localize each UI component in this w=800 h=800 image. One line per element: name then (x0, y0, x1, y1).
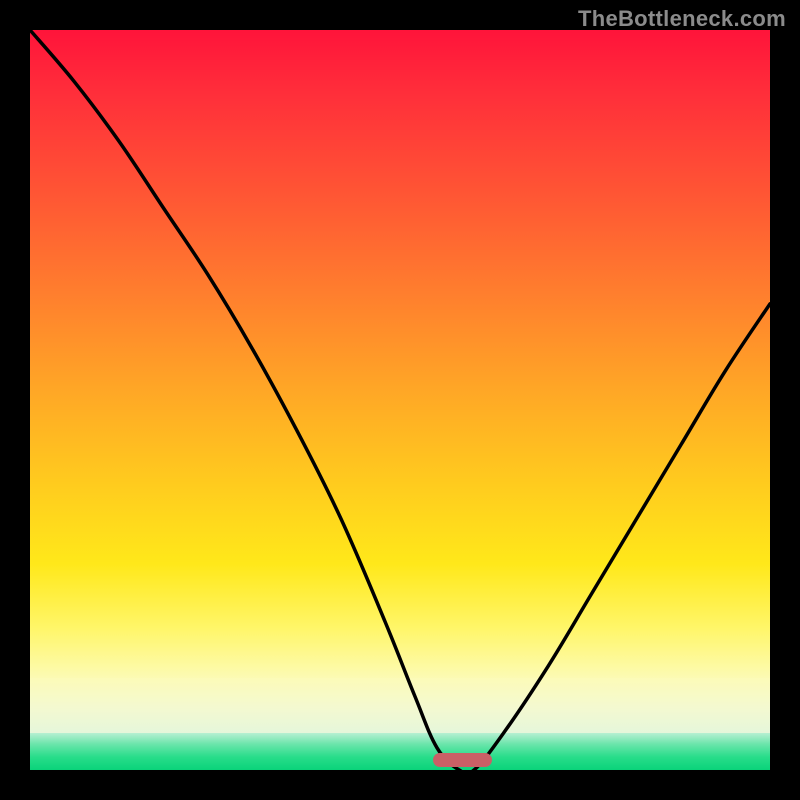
optimal-marker (433, 753, 492, 767)
bottleneck-curve (30, 30, 770, 770)
chart-frame: TheBottleneck.com (0, 0, 800, 800)
plot-area (30, 30, 770, 770)
watermark-text: TheBottleneck.com (578, 6, 786, 32)
